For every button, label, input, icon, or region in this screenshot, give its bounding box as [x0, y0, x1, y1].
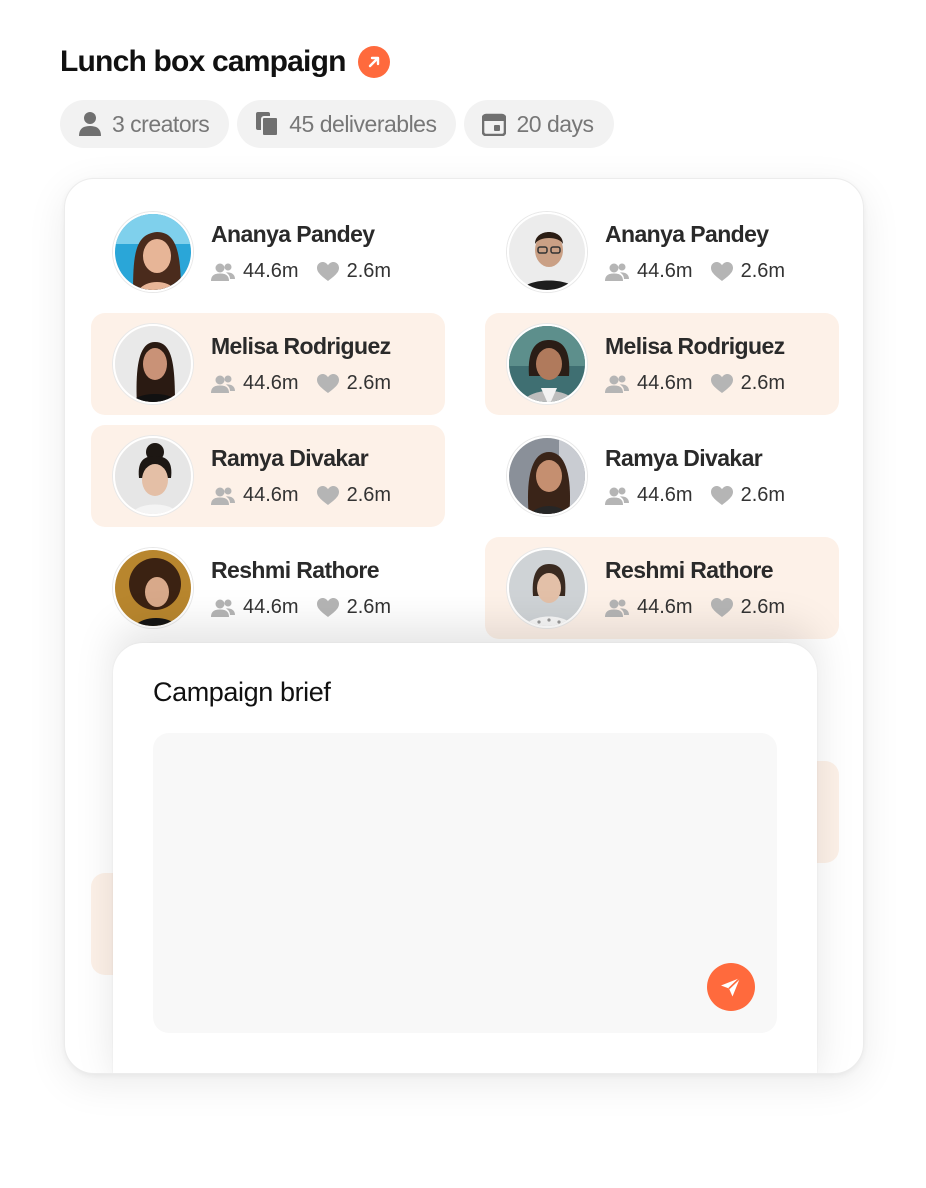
creator-name: Reshmi Rathore [211, 557, 380, 583]
avatar [507, 436, 587, 516]
followers-count: 44.6m [637, 596, 693, 618]
followers-icon [211, 375, 235, 393]
chip-duration: 20 days [464, 100, 614, 148]
followers-icon [605, 375, 629, 393]
heart-icon [710, 597, 733, 617]
followers-count: 44.6m [637, 372, 693, 394]
heart-icon [316, 373, 339, 393]
heart-icon [710, 485, 733, 505]
heart-icon [710, 373, 733, 393]
campaign-header: Lunch box campaign [60, 42, 390, 82]
followers-count: 44.6m [637, 484, 693, 506]
avatar [507, 212, 587, 292]
likes-count: 2.6m [346, 372, 392, 394]
creator-card[interactable]: Reshmi Rathore 44.6m 2.6m [485, 537, 839, 639]
avatar [113, 436, 193, 516]
likes-count: 2.6m [740, 372, 786, 394]
followers-stat: 44.6m [605, 372, 693, 395]
likes-stat: 2.6m [710, 596, 786, 619]
heart-icon [710, 261, 733, 281]
avatar [507, 324, 587, 404]
chip-deliverables-label: 45 deliverables [289, 110, 437, 137]
creator-name: Reshmi Rathore [605, 557, 774, 583]
creator-name: Ramya Divakar [605, 445, 763, 471]
creator-card[interactable]: Melisa Rodriguez 44.6m 2.6m [485, 313, 839, 415]
followers-stat: 44.6m [605, 596, 693, 619]
campaign-brief-title: Campaign brief [153, 677, 331, 707]
creator-card[interactable]: Ananya Pandey 44.6m 2.6m [485, 201, 839, 303]
avatar [113, 212, 193, 292]
followers-stat: 44.6m [211, 260, 299, 283]
creator-card[interactable]: Ananya Pandey 44.6m 2.6m [91, 201, 445, 303]
followers-count: 44.6m [243, 372, 299, 394]
likes-count: 2.6m [740, 260, 786, 282]
followers-count: 44.6m [243, 596, 299, 618]
likes-stat: 2.6m [710, 484, 786, 507]
heart-icon [316, 261, 339, 281]
followers-stat: 44.6m [211, 484, 299, 507]
avatar [507, 548, 587, 628]
followers-count: 44.6m [243, 484, 299, 506]
deliverables-icon [256, 112, 280, 137]
chip-deliverables: 45 deliverables [237, 100, 457, 148]
chip-duration-label: 20 days [516, 110, 594, 137]
avatar [113, 324, 193, 404]
heart-icon [316, 485, 339, 505]
creator-card[interactable]: Ramya Divakar 44.6m 2.6m [485, 425, 839, 527]
followers-count: 44.6m [637, 260, 693, 282]
likes-stat: 2.6m [710, 372, 786, 395]
open-campaign-button[interactable] [357, 46, 390, 78]
send-icon [721, 977, 741, 997]
creator-card[interactable]: Ramya Divakar 44.6m 2.6m [91, 425, 445, 527]
followers-count: 44.6m [243, 260, 299, 282]
likes-count: 2.6m [740, 596, 786, 618]
arrow-up-right-icon [368, 56, 379, 68]
person-icon [79, 112, 101, 136]
creator-name: Ananya Pandey [211, 221, 375, 247]
creator-name: Ramya Divakar [211, 445, 369, 471]
followers-icon [605, 487, 629, 505]
heart-icon [316, 597, 339, 617]
creators-card: Ananya Pandey 44.6m 2.6m Ananya Pandey 4… [64, 178, 864, 1074]
followers-stat: 44.6m [605, 484, 693, 507]
likes-count: 2.6m [346, 484, 392, 506]
likes-count: 2.6m [740, 484, 786, 506]
creator-name: Melisa Rodriguez [605, 333, 785, 359]
followers-stat: 44.6m [211, 372, 299, 395]
likes-stat: 2.6m [316, 484, 392, 507]
followers-icon [605, 263, 629, 281]
likes-stat: 2.6m [316, 260, 392, 283]
avatar [113, 548, 193, 628]
followers-icon [211, 599, 235, 617]
likes-count: 2.6m [346, 260, 392, 282]
followers-icon [211, 487, 235, 505]
followers-stat: 44.6m [211, 596, 299, 619]
likes-stat: 2.6m [710, 260, 786, 283]
followers-icon [605, 599, 629, 617]
creator-name: Melisa Rodriguez [211, 333, 391, 359]
likes-stat: 2.6m [316, 372, 392, 395]
likes-stat: 2.6m [316, 596, 392, 619]
campaign-brief-panel: Campaign brief [113, 643, 817, 1073]
campaign-brief-input[interactable] [153, 733, 777, 1033]
chip-creators: 3 creators [60, 100, 230, 148]
send-button[interactable] [707, 963, 755, 1011]
creator-card[interactable]: Melisa Rodriguez 44.6m 2.6m [91, 313, 445, 415]
campaign-title: Lunch box campaign [60, 45, 346, 78]
campaign-page: Lunch box campaign 3 creators 45 deliver… [0, 0, 926, 1188]
creator-card[interactable]: Reshmi Rathore 44.6m 2.6m [91, 537, 445, 639]
campaign-stats: 3 creators 45 deliverables 20 days [60, 100, 614, 148]
followers-stat: 44.6m [605, 260, 693, 283]
followers-icon [211, 263, 235, 281]
calendar-icon [482, 113, 507, 136]
chip-creators-label: 3 creators [112, 110, 210, 137]
creator-name: Ananya Pandey [605, 221, 769, 247]
likes-count: 2.6m [346, 596, 392, 618]
